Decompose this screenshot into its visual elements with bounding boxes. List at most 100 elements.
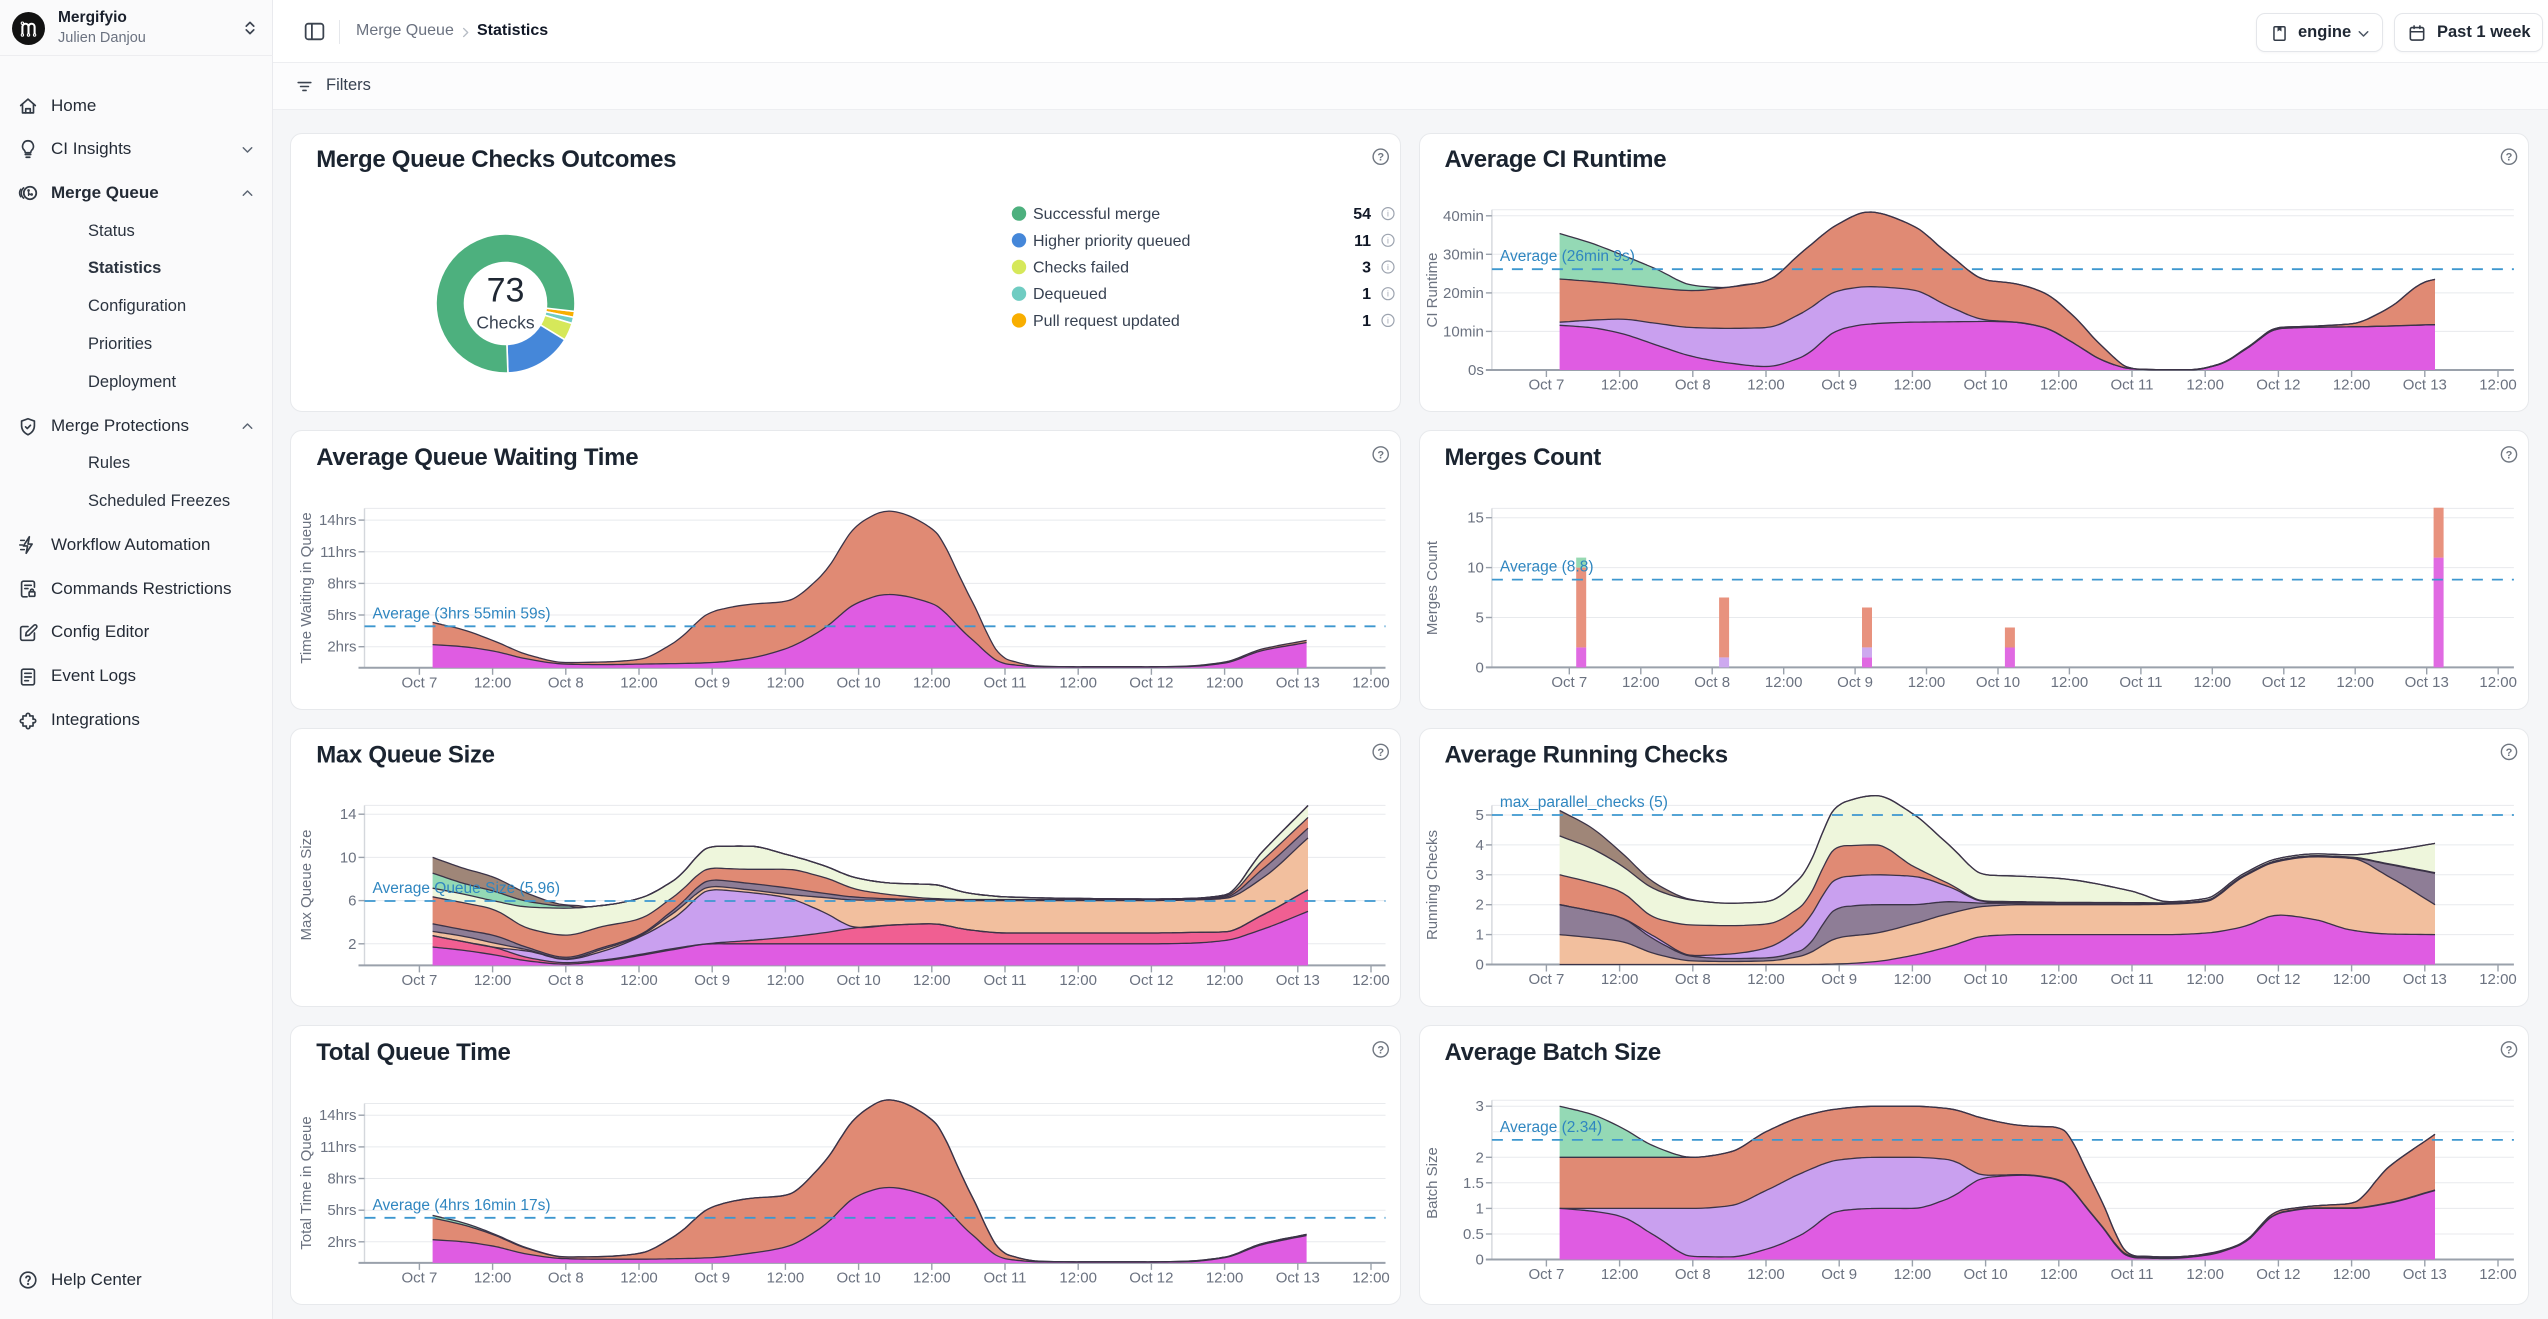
svg-text:Oct 10: Oct 10 — [1964, 971, 2008, 988]
svg-text:Higher priority queued: Higher priority queued — [1033, 233, 1190, 250]
svg-text:Max Queue Size: Max Queue Size — [298, 830, 315, 941]
svg-text:12:00: 12:00 — [1601, 377, 1639, 394]
svg-text:12:00: 12:00 — [2040, 1266, 2078, 1283]
svg-text:3: 3 — [1476, 1098, 1484, 1115]
svg-text:Running Checks: Running Checks — [1424, 830, 1441, 940]
svg-text:12:00: 12:00 — [1894, 1266, 1932, 1283]
svg-text:Oct 7: Oct 7 — [1528, 971, 1564, 988]
svg-text:Oct 10: Oct 10 — [1976, 674, 2020, 691]
svg-text:2: 2 — [1476, 897, 1484, 914]
svg-text:Oct 9: Oct 9 — [1837, 674, 1873, 691]
svg-text:Oct 10: Oct 10 — [1964, 377, 2008, 394]
svg-text:8hrs: 8hrs — [327, 1171, 356, 1188]
svg-text:Oct 8: Oct 8 — [1694, 674, 1730, 691]
svg-text:20min: 20min — [1443, 285, 1484, 302]
svg-text:8hrs: 8hrs — [327, 575, 356, 592]
svg-text:12:00: 12:00 — [1622, 674, 1660, 691]
svg-text:0: 0 — [1476, 1252, 1484, 1269]
svg-text:0s: 0s — [1468, 362, 1484, 379]
svg-text:Time Waiting in Queue: Time Waiting in Queue — [298, 512, 315, 663]
svg-text:12:00: 12:00 — [913, 674, 951, 691]
svg-text:Oct 8: Oct 8 — [1675, 377, 1711, 394]
svg-text:Oct 8: Oct 8 — [1675, 1266, 1711, 1283]
svg-text:Oct 12: Oct 12 — [2262, 674, 2306, 691]
svg-text:?: ? — [2506, 152, 2513, 164]
svg-text:12:00: 12:00 — [2040, 377, 2078, 394]
svg-text:5: 5 — [1476, 807, 1484, 824]
svg-text:Oct 7: Oct 7 — [1528, 377, 1564, 394]
svg-text:Average (2.34): Average (2.34) — [1500, 1119, 1602, 1136]
svg-text:Oct 9: Oct 9 — [1821, 1266, 1857, 1283]
svg-text:i: i — [1387, 262, 1389, 272]
svg-text:i: i — [1387, 315, 1389, 325]
svg-text:12:00: 12:00 — [1206, 972, 1244, 989]
svg-text:Oct 13: Oct 13 — [2403, 1266, 2447, 1283]
svg-text:14hrs: 14hrs — [319, 512, 357, 529]
svg-text:Oct 9: Oct 9 — [694, 674, 730, 691]
svg-text:12:00: 12:00 — [1894, 377, 1932, 394]
svg-text:12:00: 12:00 — [2333, 971, 2371, 988]
svg-text:11hrs: 11hrs — [320, 544, 356, 561]
svg-text:12:00: 12:00 — [1059, 972, 1097, 989]
svg-text:Oct 13: Oct 13 — [2403, 377, 2447, 394]
svg-text:10: 10 — [340, 849, 357, 866]
svg-text:Oct 10: Oct 10 — [837, 972, 881, 989]
svg-text:12:00: 12:00 — [2186, 1266, 2224, 1283]
svg-text:Oct 13: Oct 13 — [1276, 972, 1320, 989]
svg-text:12:00: 12:00 — [913, 1269, 951, 1286]
svg-text:12:00: 12:00 — [620, 972, 658, 989]
svg-text:12:00: 12:00 — [1206, 674, 1244, 691]
svg-text:12:00: 12:00 — [1747, 377, 1785, 394]
svg-text:Oct 11: Oct 11 — [983, 674, 1026, 691]
svg-text:?: ? — [2506, 1044, 2513, 1056]
svg-text:?: ? — [1377, 1044, 1384, 1056]
svg-text:Oct 11: Oct 11 — [2110, 1266, 2153, 1283]
svg-text:12:00: 12:00 — [2040, 971, 2078, 988]
svg-text:1: 1 — [1362, 286, 1371, 303]
svg-text:?: ? — [2506, 747, 2513, 759]
svg-text:1: 1 — [1476, 927, 1484, 944]
svg-text:5: 5 — [1476, 610, 1484, 627]
svg-text:12:00: 12:00 — [1908, 674, 1946, 691]
svg-text:Total Queue Time: Total Queue Time — [316, 1039, 510, 1066]
svg-text:Oct 8: Oct 8 — [548, 972, 584, 989]
svg-text:12:00: 12:00 — [1059, 1269, 1097, 1286]
svg-text:12:00: 12:00 — [2479, 674, 2517, 691]
svg-text:Oct 10: Oct 10 — [837, 1269, 881, 1286]
svg-text:Oct 8: Oct 8 — [548, 674, 584, 691]
svg-text:15: 15 — [1467, 510, 1484, 527]
svg-text:12:00: 12:00 — [474, 674, 512, 691]
svg-text:Oct 12: Oct 12 — [1129, 674, 1173, 691]
svg-text:12:00: 12:00 — [2333, 377, 2371, 394]
svg-text:12:00: 12:00 — [2186, 971, 2224, 988]
svg-text:Average Queue Size (5.96): Average Queue Size (5.96) — [373, 880, 561, 897]
svg-text:?: ? — [2506, 449, 2513, 461]
svg-text:Average (8.8): Average (8.8) — [1500, 559, 1594, 576]
svg-text:12:00: 12:00 — [474, 1269, 512, 1286]
svg-text:Oct 11: Oct 11 — [2119, 674, 2162, 691]
svg-text:12:00: 12:00 — [767, 674, 805, 691]
svg-text:12:00: 12:00 — [767, 972, 805, 989]
svg-text:i: i — [1387, 209, 1389, 219]
svg-text:Merges Count: Merges Count — [1424, 540, 1441, 635]
svg-text:73: 73 — [487, 272, 525, 310]
svg-text:12:00: 12:00 — [913, 972, 951, 989]
svg-text:?: ? — [1377, 152, 1384, 164]
svg-text:Average (4hrs 16min 17s): Average (4hrs 16min 17s) — [373, 1197, 551, 1214]
svg-text:Total Time in Queue: Total Time in Queue — [298, 1116, 315, 1249]
svg-text:i: i — [1387, 289, 1389, 299]
svg-text:14hrs: 14hrs — [319, 1107, 357, 1124]
svg-text:CI Runtime: CI Runtime — [1424, 252, 1441, 327]
svg-text:Oct 9: Oct 9 — [694, 972, 730, 989]
svg-text:12:00: 12:00 — [1059, 674, 1097, 691]
svg-text:Average Queue Waiting Time: Average Queue Waiting Time — [316, 444, 638, 471]
svg-text:10: 10 — [1467, 560, 1484, 577]
svg-text:1.5: 1.5 — [1463, 1175, 1484, 1192]
svg-text:Oct 7: Oct 7 — [401, 1269, 437, 1286]
svg-text:Oct 12: Oct 12 — [2256, 971, 2300, 988]
svg-text:12:00: 12:00 — [620, 674, 658, 691]
svg-text:Checks: Checks — [476, 313, 535, 333]
svg-text:12:00: 12:00 — [1352, 972, 1390, 989]
svg-text:Oct 13: Oct 13 — [2405, 674, 2449, 691]
svg-text:30min: 30min — [1443, 246, 1484, 263]
